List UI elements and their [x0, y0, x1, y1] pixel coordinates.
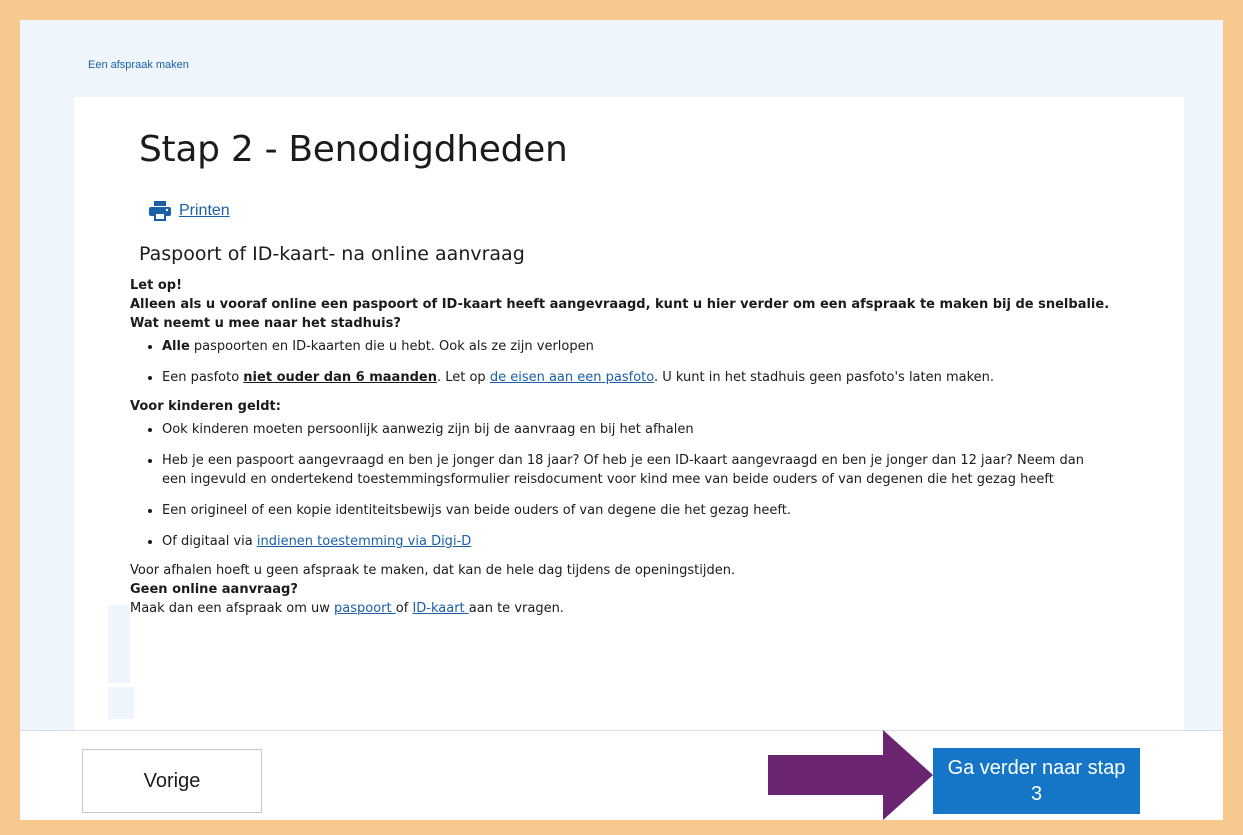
- digid-consent-link[interactable]: indienen toestemming via Digi-D: [257, 534, 471, 549]
- footer-bar: Vorige Ga verder naar stap 3: [20, 730, 1223, 820]
- breadcrumb-link[interactable]: Een afspraak maken: [88, 59, 189, 71]
- page-title: Stap 2 - Benodigdheden: [139, 129, 568, 170]
- print-link[interactable]: Printen: [179, 202, 230, 220]
- notice-text: Alleen als u vooraf online een paspoort …: [130, 297, 1110, 312]
- no-online-text-pre: Maak dan een afspraak om uw: [130, 601, 335, 616]
- children-heading: Voor kinderen geldt:: [130, 399, 281, 414]
- list-item: Ook kinderen moeten persoonlijk aanwezig…: [162, 420, 1170, 439]
- annotation-arrow-icon: [768, 730, 933, 820]
- notice-heading: Let op!: [130, 278, 183, 293]
- no-online-heading: Geen online aanvraag?: [130, 582, 298, 597]
- print-control[interactable]: Printen: [149, 201, 230, 221]
- list-item: Of digitaal via indienen toestemming via…: [162, 532, 1170, 551]
- no-online-text-mid: of: [395, 601, 413, 616]
- list-item-text: Of digitaal via: [162, 534, 257, 549]
- section-title: Paspoort of ID-kaart- na online aanvraag: [139, 243, 525, 265]
- id-card-link[interactable]: ID-kaart: [412, 601, 468, 616]
- bring-list: Alle paspoorten en ID-kaarten die u hebt…: [130, 337, 1170, 387]
- list-item-text: een ingevuld en ondertekend toestemmings…: [162, 472, 1054, 487]
- decorative-block: [108, 605, 130, 683]
- content-card: Stap 2 - Benodigdheden Printen Paspoort …: [74, 97, 1184, 757]
- pickup-text: Voor afhalen hoeft u geen afspraak te ma…: [130, 563, 736, 578]
- list-item: Alle paspoorten en ID-kaarten die u hebt…: [162, 337, 1170, 356]
- list-item-text: paspoorten en ID-kaarten die u hebt. Ook…: [189, 339, 594, 354]
- printer-icon[interactable]: [149, 201, 171, 221]
- children-list: Ook kinderen moeten persoonlijk aanwezig…: [130, 420, 1170, 551]
- passport-link[interactable]: paspoort: [334, 601, 396, 616]
- page-viewport: Een afspraak maken Stap 2 - Benodigdhede…: [20, 20, 1223, 820]
- list-item-bold: niet ouder dan 6 maanden: [243, 370, 437, 385]
- passport-photo-requirements-link[interactable]: de eisen aan een pasfoto: [490, 370, 654, 385]
- list-item-text: Heb je een paspoort aangevraagd en ben j…: [162, 453, 1084, 468]
- list-item-text: Een pasfoto: [162, 370, 244, 385]
- requirements-content: Let op! Alleen als u vooraf online een p…: [130, 276, 1170, 618]
- no-online-text-post: aan te vragen.: [468, 601, 564, 616]
- list-item: Een origineel of een kopie identiteitsbe…: [162, 501, 1170, 520]
- list-item-bold: Alle: [162, 339, 190, 354]
- list-item-text: . Let op: [436, 370, 490, 385]
- bring-question: Wat neemt u mee naar het stadhuis?: [130, 316, 401, 331]
- list-item: Heb je een paspoort aangevraagd en ben j…: [162, 451, 1170, 489]
- list-item-text: . U kunt in het stadhuis geen pasfoto's …: [653, 370, 995, 385]
- previous-button[interactable]: Vorige: [82, 749, 262, 813]
- no-online-text: Maak dan een afspraak om uw paspoort of …: [130, 599, 1170, 618]
- list-item: Een pasfoto niet ouder dan 6 maanden. Le…: [162, 368, 1170, 387]
- decorative-block: [108, 687, 134, 719]
- next-step-button[interactable]: Ga verder naar stap 3: [933, 748, 1140, 814]
